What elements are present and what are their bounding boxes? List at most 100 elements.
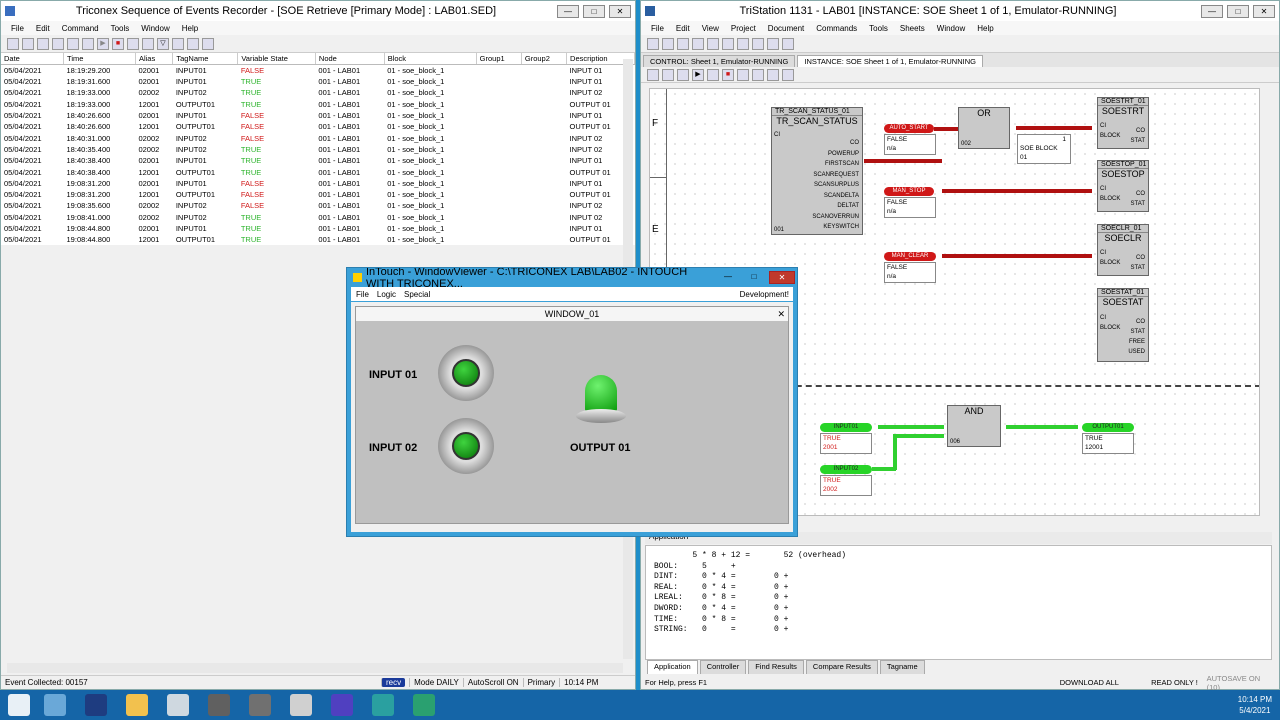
input01-lamp[interactable] xyxy=(438,345,494,401)
table-row[interactable]: 05/04/2021 18:40:38.400 02001 INPUT01 TRUE 00… xyxy=(1,155,635,166)
shield-taskbar-icon[interactable] xyxy=(413,694,435,716)
table-row[interactable]: 05/04/2021 18:40:26.600 12001 OUTPUT01 FALSE… xyxy=(1,121,635,132)
events-table[interactable]: Date Time Alias TagName Variable State Node Bl… xyxy=(1,53,635,246)
tri-menu-edit[interactable]: Edit xyxy=(676,24,690,33)
save-icon[interactable] xyxy=(37,37,49,50)
tri-menu-file[interactable]: File xyxy=(651,24,664,33)
tristation-taskbar-icon[interactable] xyxy=(208,694,230,716)
refresh-icon[interactable] xyxy=(737,68,749,81)
windows-start-icon[interactable] xyxy=(8,694,30,716)
tr-scan-status-block[interactable]: TR_SCAN_STATUS_01 TR_SCAN_STATUS CI CO PO… xyxy=(771,107,863,235)
build-icon[interactable] xyxy=(737,37,749,50)
settings-icon[interactable] xyxy=(202,37,214,50)
tab-find-results[interactable]: Find Results xyxy=(748,660,804,674)
tag-auto-start[interactable]: AUTO_START xyxy=(884,124,934,133)
clock-date[interactable]: 5/4/2021 xyxy=(1238,705,1272,716)
table-row[interactable]: 05/04/2021 19:08:31.200 02001 INPUT01 FALSE 0… xyxy=(1,178,635,189)
tag-input01[interactable]: INPUT01 xyxy=(820,423,872,432)
tri-menu-document[interactable]: Document xyxy=(768,24,804,33)
table-row[interactable]: 05/04/2021 18:40:35.400 02002 INPUT02 TRUE 00… xyxy=(1,144,635,155)
step-back-icon[interactable] xyxy=(647,68,659,81)
stop-icon[interactable]: ■ xyxy=(112,37,124,50)
tri-menu-window[interactable]: Window xyxy=(937,24,965,33)
open-icon[interactable] xyxy=(22,37,34,50)
tri-menu-help[interactable]: Help xyxy=(977,24,993,33)
maximize-button[interactable]: □ xyxy=(583,4,605,18)
window01-close-icon[interactable]: ✕ xyxy=(777,307,785,321)
emulator-taskbar-icon[interactable] xyxy=(249,694,271,716)
tag-input02[interactable]: INPUT02 xyxy=(820,465,872,474)
column-header[interactable]: Group2 xyxy=(521,53,568,65)
connect-icon[interactable] xyxy=(662,68,674,81)
download-icon[interactable] xyxy=(677,68,689,81)
column-header[interactable]: Variable State xyxy=(237,53,316,65)
clock-time[interactable]: 10:14 PM xyxy=(1238,694,1272,705)
disk-icon[interactable] xyxy=(82,37,94,50)
close-button[interactable]: ✕ xyxy=(609,4,631,18)
table-row[interactable]: 05/04/2021 18:40:26.600 02001 INPUT01 FALSE 0… xyxy=(1,110,635,121)
intouch-menu-file[interactable]: File xyxy=(356,290,369,299)
column-header[interactable]: Date xyxy=(1,53,65,65)
table-row[interactable]: 05/04/2021 18:19:31.600 02001 INPUT01 TRUE 00… xyxy=(1,76,635,87)
tri-menu-commands[interactable]: Commands xyxy=(816,24,857,33)
soestat-block[interactable]: SOESTAT_01 SOESTAT CI BLOCK CO STAT FREE… xyxy=(1097,288,1149,362)
table-row[interactable]: 05/04/2021 19:08:31.200 12001 OUTPUT01 FALSE… xyxy=(1,189,635,200)
cut-icon[interactable] xyxy=(692,37,704,50)
soestop-block[interactable]: SOESTOP_01 SOESTOP CI BLOCK CO STAT xyxy=(1097,160,1149,212)
pause-icon[interactable] xyxy=(707,68,719,81)
table-row[interactable]: 05/04/2021 18:19:33.000 02002 INPUT02 TRUE 00… xyxy=(1,87,635,98)
tri-menu-view[interactable]: View xyxy=(702,24,719,33)
network-icon[interactable] xyxy=(167,694,189,716)
tag-output01[interactable]: OUTPUT01 xyxy=(1082,423,1134,432)
intouch-minimize-button[interactable]: — xyxy=(717,271,739,284)
back-icon[interactable] xyxy=(782,37,794,50)
folder-icon[interactable] xyxy=(67,37,79,50)
project-icon[interactable] xyxy=(647,37,659,50)
tab-control[interactable]: CONTROL: Sheet 1, Emulator-RUNNING xyxy=(643,55,796,67)
paste-icon[interactable] xyxy=(722,37,734,50)
user-icon[interactable] xyxy=(172,37,184,50)
library-icon[interactable] xyxy=(767,37,779,50)
table-row[interactable]: 05/04/2021 18:40:31.000 02002 INPUT02 FALSE 0… xyxy=(1,132,635,143)
menu-tools[interactable]: Tools xyxy=(111,24,130,33)
table-row[interactable]: 05/04/2021 18:19:29.200 02001 INPUT01 FALSE 0… xyxy=(1,65,635,77)
intouch-close-button[interactable]: ✕ xyxy=(769,271,795,284)
table-row[interactable]: 05/04/2021 19:08:44.800 02001 INPUT01 TRUE 00… xyxy=(1,223,635,234)
tag-man-stop[interactable]: MAN_STOP xyxy=(884,187,934,196)
soestrt-block[interactable]: SOESTRT_01 SOESTRT CI BLOCK CO STAT xyxy=(1097,97,1149,149)
tri-menu-tools[interactable]: Tools xyxy=(869,24,888,33)
compile-icon[interactable] xyxy=(752,37,764,50)
tab-instance[interactable]: INSTANCE: SOE Sheet 1 of 1, Emulator-RUN… xyxy=(797,55,983,67)
menu-help[interactable]: Help xyxy=(182,24,198,33)
output-pane[interactable]: 5 * 8 + 12 = 52 (overhead) BOOL: 5 + DINT:… xyxy=(645,545,1272,660)
powershell-icon[interactable] xyxy=(85,694,107,716)
tri-minimize-button[interactable]: — xyxy=(1201,4,1223,18)
tab-controller[interactable]: Controller xyxy=(699,660,747,674)
run-icon[interactable]: ▶ xyxy=(692,68,704,81)
menu-edit[interactable]: Edit xyxy=(36,24,50,33)
file-explorer-icon[interactable] xyxy=(126,694,148,716)
intouch-development[interactable]: Development! xyxy=(740,290,789,299)
tri-close-button[interactable]: ✕ xyxy=(1253,4,1275,18)
server-manager-icon[interactable] xyxy=(44,694,66,716)
sort-icon[interactable] xyxy=(142,37,154,50)
or-block[interactable]: OR 002 xyxy=(958,107,1010,149)
copy-icon[interactable] xyxy=(707,37,719,50)
filter-icon[interactable] xyxy=(127,37,139,50)
soeclr-block[interactable]: SOECLR_01 SOECLR CI BLOCK CO STAT xyxy=(1097,224,1149,276)
tab-application[interactable]: Application xyxy=(647,660,698,674)
funnel-icon[interactable]: ▽ xyxy=(157,37,169,50)
menu-window[interactable]: Window xyxy=(141,24,169,33)
menu-file[interactable]: File xyxy=(11,24,24,33)
column-header[interactable]: TagName xyxy=(172,53,239,65)
tri-maximize-button[interactable]: □ xyxy=(1227,4,1249,18)
zoom-icon[interactable] xyxy=(752,68,764,81)
play-icon[interactable]: ▶ xyxy=(97,37,109,50)
input02-lamp[interactable] xyxy=(438,418,494,474)
tri-menu-sheets[interactable]: Sheets xyxy=(900,24,925,33)
window-icon[interactable] xyxy=(662,37,674,50)
tag-man-clear[interactable]: MAN_CLEAR xyxy=(884,252,936,261)
column-header[interactable]: Node xyxy=(315,53,385,65)
column-header[interactable]: Alias xyxy=(135,53,174,65)
tab-tagname[interactable]: Tagname xyxy=(879,660,925,674)
